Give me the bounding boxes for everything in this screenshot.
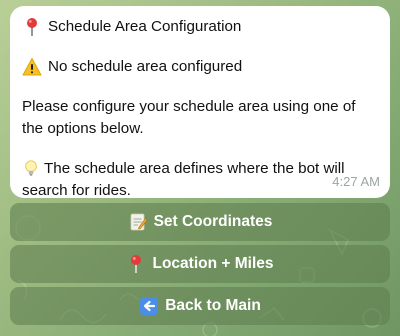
bot-message-bubble: Schedule Area Configuration No schedule … (10, 6, 390, 199)
message-hint: The schedule area defines where the bot … (22, 158, 378, 202)
location-miles-label: Location + Miles (152, 255, 274, 272)
message-warning-line: No schedule area configured (22, 56, 378, 78)
pushpin-icon (131, 255, 142, 273)
back-to-main-label: Back to Main (165, 297, 261, 314)
message-hint-text: The schedule area defines where the bot … (22, 160, 345, 199)
message-timestamp: 4:27 AM (332, 174, 380, 189)
back-to-main-button[interactable]: Back to Main (10, 287, 390, 325)
set-coordinates-button[interactable]: Set Coordinates (10, 203, 390, 241)
message-title-line: Schedule Area Configuration (22, 16, 378, 38)
warning-icon (22, 58, 42, 76)
set-coordinates-label: Set Coordinates (153, 213, 273, 230)
memo-icon (130, 213, 147, 231)
message-instruction: Please configure your schedule area usin… (22, 98, 356, 137)
back-arrow-icon (140, 297, 159, 315)
message-warning: No schedule area configured (48, 58, 243, 75)
message-title: Schedule Area Configuration (48, 18, 242, 35)
pushpin-icon (27, 18, 37, 36)
location-miles-button[interactable]: Location + Miles (10, 245, 390, 283)
lightbulb-icon (25, 160, 37, 176)
